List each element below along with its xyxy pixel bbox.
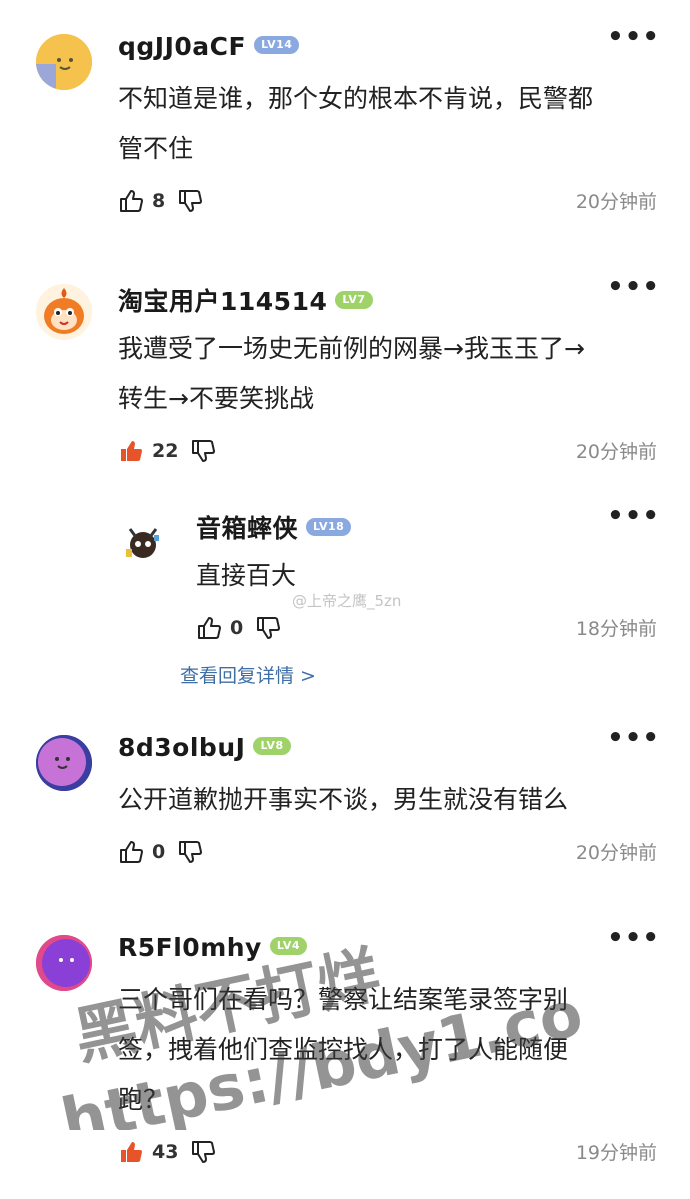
comment-text-line: 公开道歉抛开事实不谈，男生就没有错么 [118, 785, 569, 814]
like-count: 0 [152, 841, 166, 863]
thumbs-up-icon[interactable] [118, 188, 144, 214]
comment-text-line: 签，拽着他们查监控找人，打了人能随便 [118, 1035, 569, 1064]
username[interactable]: qgJJ0aCF LV14 [118, 32, 300, 61]
username[interactable]: 音箱蟀侠 LV18 [196, 509, 352, 545]
timestamp: 19分钟前 [575, 1142, 657, 1164]
like-count: 22 [152, 440, 179, 462]
more-button[interactable]: ••• [607, 725, 660, 751]
more-button[interactable]: ••• [607, 274, 660, 300]
thumbs-up-icon[interactable] [118, 438, 144, 464]
comment-text-line: 转生→不要笑挑战 [118, 384, 314, 413]
comment-actions: 0 [196, 613, 281, 643]
thumbs-down-icon[interactable] [255, 615, 281, 641]
comment-text-line: 跑？ [118, 1085, 169, 1114]
comment-text-line: 管不住 [118, 134, 194, 163]
username-text: 8d3olbuJ [118, 733, 246, 762]
more-button[interactable]: ••• [607, 503, 660, 529]
level-badge: LV7 [335, 291, 373, 309]
comment-text-line: 三个哥们在看吗？警察让结案笔录签字别 [118, 985, 569, 1014]
comment-actions: 43 [118, 1137, 216, 1167]
avatar-face-icon [36, 735, 92, 791]
avatar-face-icon [36, 935, 92, 991]
avatar[interactable] [118, 517, 168, 567]
view-replies-link[interactable]: 查看回复详情 > [180, 661, 316, 688]
more-button[interactable]: ••• [607, 24, 660, 50]
like-count: 0 [230, 617, 244, 639]
comment-actions: 8 [118, 186, 203, 216]
avatar[interactable] [36, 284, 92, 340]
comment-text: 不知道是谁，那个女的根本不肯说，民警都 管不住 [118, 74, 593, 174]
level-badge: LV8 [253, 737, 291, 755]
timestamp: 20分钟前 [575, 441, 657, 463]
username[interactable]: 8d3olbuJ LV8 [118, 733, 291, 762]
comment-text-line: 我遭受了一场史无前例的网暴→我玉玉了→ [118, 334, 585, 363]
avatar[interactable] [36, 34, 92, 90]
thumbs-down-icon[interactable] [190, 438, 216, 464]
thumbs-up-icon[interactable] [196, 615, 222, 641]
level-badge: LV18 [306, 518, 352, 536]
timestamp: 20分钟前 [575, 191, 657, 213]
avatar[interactable] [36, 735, 92, 791]
more-button[interactable]: ••• [607, 925, 660, 951]
comment-text: 三个哥们在看吗？警察让结案笔录签字别 签，拽着他们查监控找人，打了人能随便 跑？ [118, 975, 568, 1125]
username-text: R5Fl0mhy [118, 933, 262, 962]
level-badge: LV4 [269, 937, 308, 955]
timestamp: 20分钟前 [575, 842, 657, 864]
comment-text: 直接百大 [196, 551, 296, 601]
thumbs-up-icon[interactable] [118, 1139, 144, 1165]
timestamp: 18分钟前 [575, 618, 657, 640]
username[interactable]: R5Fl0mhy LV4 [118, 933, 308, 962]
comment-text: 公开道歉抛开事实不谈，男生就没有错么 [118, 775, 568, 825]
avatar-mascot-icon [36, 284, 92, 340]
like-count: 8 [152, 190, 166, 212]
comment-actions: 0 [118, 837, 203, 867]
like-count: 43 [152, 1141, 179, 1163]
watermark-small: @上帝之鹰_5zn [292, 592, 402, 610]
comment-text-line: 直接百大 [196, 561, 297, 590]
thumbs-up-icon[interactable] [118, 839, 144, 865]
avatar-character-icon [118, 517, 168, 567]
thumbs-down-icon[interactable] [190, 1139, 216, 1165]
level-badge: LV14 [254, 36, 300, 54]
avatar-face-icon [36, 34, 92, 90]
comment-text: 我遭受了一场史无前例的网暴→我玉玉了→ 转生→不要笑挑战 [118, 324, 585, 424]
comment-actions: 22 [118, 436, 216, 466]
thumbs-down-icon[interactable] [177, 188, 203, 214]
thumbs-down-icon[interactable] [177, 839, 203, 865]
username-text: qgJJ0aCF [118, 32, 247, 61]
username-text: 淘宝用户114514 [118, 287, 328, 316]
username[interactable]: 淘宝用户114514 LV7 [118, 282, 373, 318]
avatar[interactable] [36, 935, 92, 991]
username-text: 音箱蟀侠 [196, 514, 299, 543]
comment-text-line: 不知道是谁，那个女的根本不肯说，民警都 [118, 84, 594, 113]
